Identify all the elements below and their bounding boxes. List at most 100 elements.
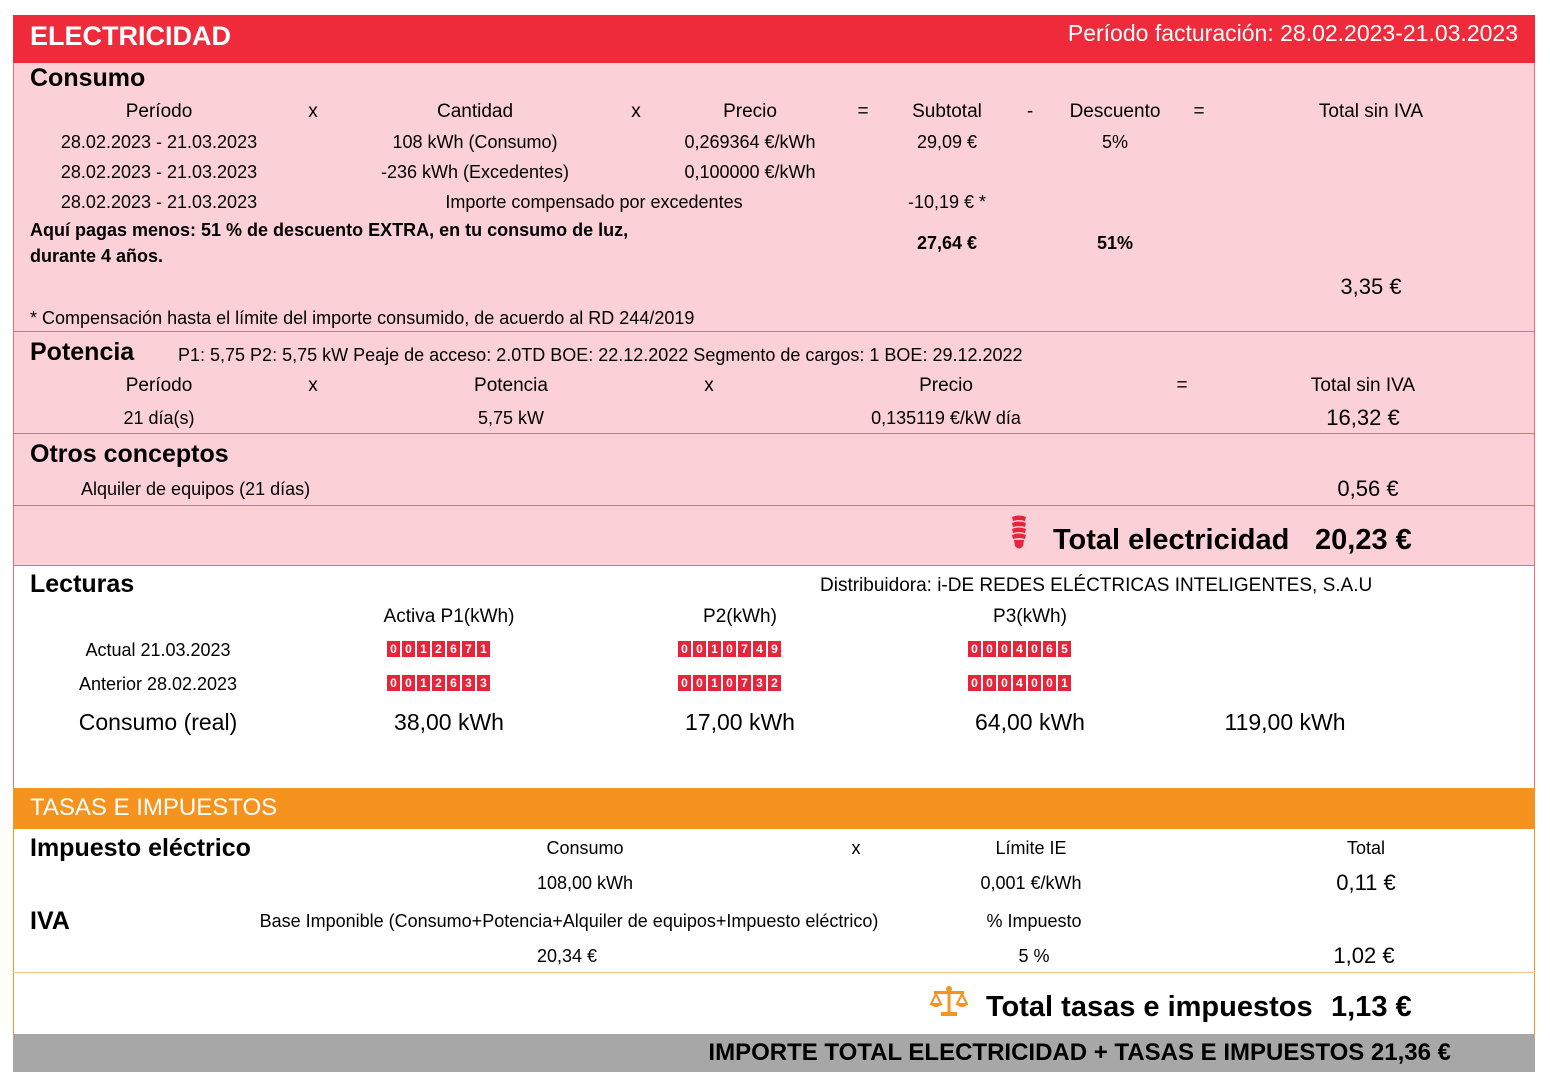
consumo-header-x1: x [308, 101, 318, 122]
consumo-header-periodo: Período [125, 101, 193, 122]
meter-digit: 0 [983, 641, 996, 657]
meter-digit: 1 [477, 641, 490, 657]
consumo-row-descuento: 5% [1101, 132, 1129, 152]
iva-base: 20,34 € [536, 946, 598, 966]
ie-header-limite: Límite IE [995, 838, 1067, 858]
meter-digits: 0004065 [968, 641, 1071, 657]
meter-digit: 1 [417, 641, 430, 657]
lecturas-col-p1: Activa P1(kWh) [383, 606, 515, 627]
total-tasas-value: 1,13 € [1331, 991, 1412, 1023]
consumo-header-subtotal: Subtotal [912, 101, 982, 122]
compensation-note: * Compensación hasta el límite del impor… [30, 308, 695, 328]
consumo-header-minus: - [1026, 101, 1034, 122]
meter-digit: 2 [768, 675, 781, 691]
ie-header-x: x [851, 838, 861, 858]
meter-digits: 0004001 [968, 675, 1071, 691]
lightbulb-icon [1008, 514, 1030, 554]
potencia-header-x1: x [308, 375, 318, 396]
distribuidora: Distribuidora: i-DE REDES ELÉCTRICAS INT… [820, 575, 1373, 596]
divider [13, 505, 1535, 506]
divider [13, 331, 1535, 332]
consumo-row-cantidad: -236 kWh (Excedentes) [380, 162, 570, 182]
ie-header-total: Total [1346, 838, 1386, 858]
iva-header-pct: % Impuesto [986, 911, 1082, 931]
lecturas-title: Lecturas [30, 570, 135, 598]
meter-digit: 0 [968, 641, 981, 657]
meter-digit: 0 [968, 675, 981, 691]
meter-digit: 6 [447, 641, 460, 657]
consumo-row-importe-compensado: Importe compensado por excedentes [445, 192, 743, 212]
meter-digit: 0 [723, 641, 736, 657]
meter-digit: 0 [723, 675, 736, 691]
meter-digit: 0 [1028, 675, 1041, 691]
meter-digit: 4 [753, 641, 766, 657]
meter-digit: 0 [402, 675, 415, 691]
consumo-header-cantidad: Cantidad [436, 101, 514, 122]
divider [13, 972, 1535, 973]
lecturas-col-p3: P3(kWh) [993, 606, 1067, 627]
extra-discount-subtotal: 27,64 € [916, 233, 978, 253]
meter-digits: 0010749 [678, 641, 781, 657]
consumo-total: 3,35 € [1340, 274, 1402, 299]
potencia-title: Potencia [30, 338, 135, 366]
divider [13, 433, 1535, 434]
consumo-header-x2: x [631, 101, 641, 122]
potencia-header-total: Total sin IVA [1310, 375, 1416, 396]
extra-discount-line1: Aquí pagas menos: 51 % de descuento EXTR… [30, 220, 629, 240]
meter-digit: 1 [708, 641, 721, 657]
consumo-row-periodo: 28.02.2023 - 21.03.2023 [60, 192, 258, 212]
consumo-row-subtotal: 29,09 € [916, 132, 978, 152]
meter-digit: 7 [738, 641, 751, 657]
consumo-real-total: 119,00 kWh [1224, 709, 1346, 735]
consumo-real-label: Consumo (real) [78, 709, 238, 735]
billing-period: Período facturación: 28.02.2023-21.03.20… [1067, 20, 1518, 46]
iva-pct: 5 % [1018, 946, 1050, 966]
scales-icon [929, 985, 969, 1019]
consumo-real-p2: 17,00 kWh [685, 709, 795, 735]
meter-digit: 3 [462, 675, 475, 691]
ie-consumo: 108,00 kWh [536, 873, 634, 893]
meter-digit: 0 [693, 675, 706, 691]
impuesto-electrico-title: Impuesto eléctrico [30, 834, 251, 862]
consumo-header-eq2: = [1193, 101, 1205, 122]
meter-digit: 4 [1013, 641, 1026, 657]
consumo-row-precio: 0,269364 €/kWh [684, 132, 816, 152]
meter-digit: 7 [738, 675, 751, 691]
electricidad-title: ELECTRICIDAD [30, 21, 231, 51]
meter-digit: 2 [432, 675, 445, 691]
alquiler-equipos-label: Alquiler de equipos (21 días) [81, 479, 311, 499]
consumo-row-subtotal: -10,19 € * [907, 192, 987, 212]
consumo-real-p1: 38,00 kWh [394, 709, 504, 735]
meter-digit: 0 [387, 675, 400, 691]
potencia-row-potencia: 5,75 kW [477, 408, 545, 428]
meter-digit: 0 [1028, 641, 1041, 657]
meter-digit: 6 [447, 675, 460, 691]
meter-digit: 0 [678, 675, 691, 691]
meter-digit: 6 [1043, 641, 1056, 657]
meter-digit: 1 [1058, 675, 1071, 691]
consumo-row-periodo: 28.02.2023 - 21.03.2023 [60, 132, 258, 152]
meter-digit: 9 [768, 641, 781, 657]
meter-digits: 0012671 [387, 641, 490, 657]
total-tasas-label: Total tasas e impuestos [986, 991, 1313, 1023]
otros-conceptos-title: Otros conceptos [30, 440, 229, 468]
ie-total: 0,11 € [1336, 870, 1396, 895]
meter-digit: 5 [1058, 641, 1071, 657]
iva-header-base: Base Imponible (Consumo+Potencia+Alquile… [259, 911, 879, 931]
meter-digit: 0 [387, 641, 400, 657]
consumo-title: Consumo [30, 64, 146, 92]
meter-digit: 4 [1013, 675, 1026, 691]
potencia-header-periodo: Período [125, 375, 193, 396]
iva-total: 1,02 € [1333, 943, 1395, 968]
ie-header-consumo: Consumo [546, 838, 624, 858]
meter-digit: 2 [432, 641, 445, 657]
potencia-info: P1: 5,75 P2: 5,75 kW Peaje de acceso: 2.… [178, 345, 1023, 365]
consumo-header-precio: Precio [723, 101, 777, 122]
importe-total: IMPORTE TOTAL ELECTRICIDAD + TASAS E IMP… [708, 1039, 1451, 1066]
meter-digits: 0010732 [678, 675, 781, 691]
total-electricidad-value: 20,23 € [1315, 524, 1412, 556]
consumo-row-periodo: 28.02.2023 - 21.03.2023 [60, 162, 258, 182]
meter-digit: 0 [693, 641, 706, 657]
potencia-header-precio: Precio [919, 375, 973, 396]
lectura-anterior-label: Anterior 28.02.2023 [78, 674, 238, 694]
